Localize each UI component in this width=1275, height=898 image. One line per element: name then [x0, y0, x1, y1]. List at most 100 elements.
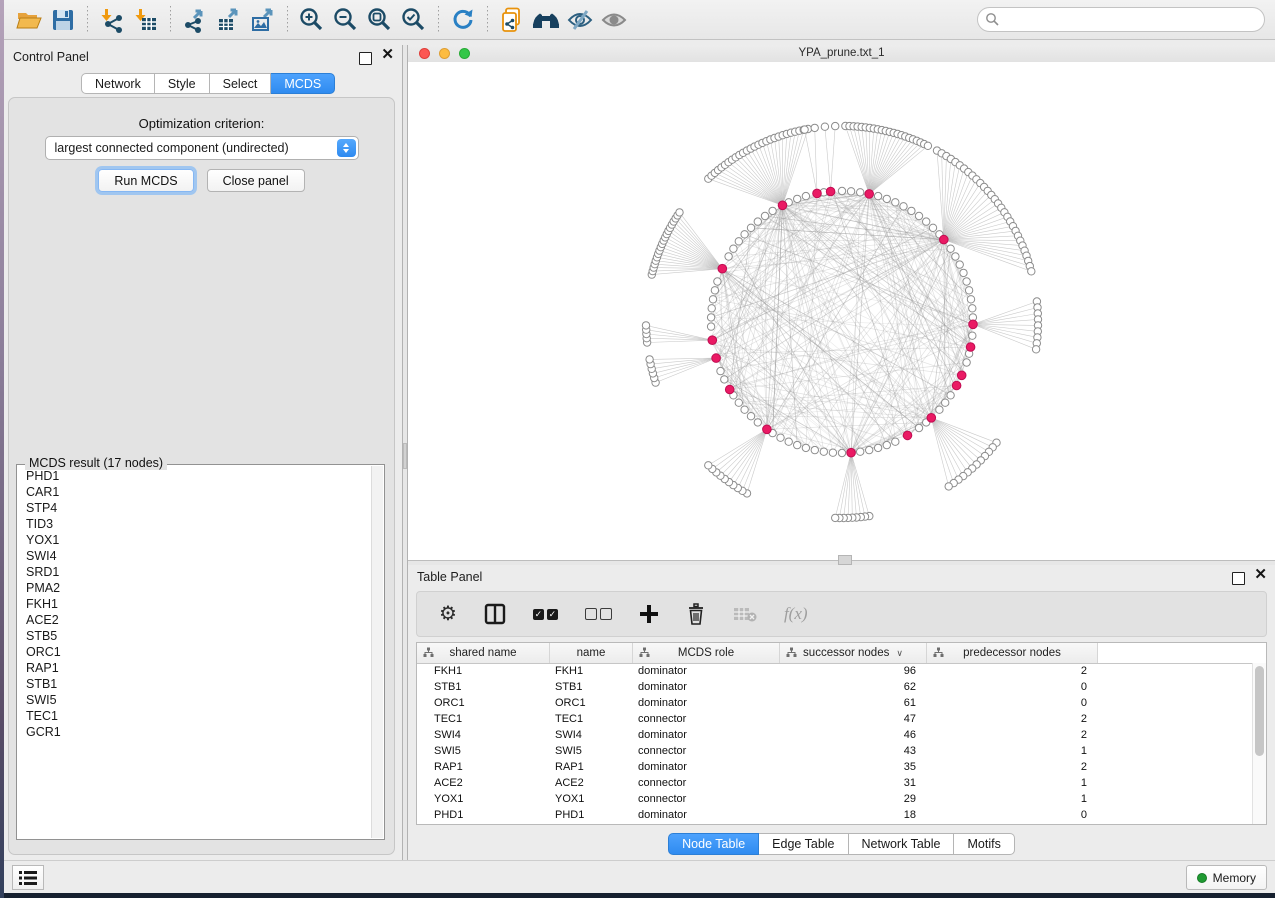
mcds-hub-node[interactable] — [966, 343, 975, 352]
mcds-result-item[interactable]: TEC1 — [18, 708, 371, 724]
mcds-hub-node[interactable] — [778, 201, 787, 210]
mcds-result-item[interactable]: FKH1 — [18, 596, 371, 612]
mcds-hub-node[interactable] — [712, 354, 721, 363]
mcds-result-item[interactable]: STP4 — [18, 500, 371, 516]
close-panel-button[interactable]: Close panel — [207, 169, 305, 192]
mcds-hub-node[interactable] — [927, 414, 936, 423]
zoom-in-icon[interactable] — [295, 4, 329, 36]
refresh-icon[interactable] — [446, 4, 480, 36]
mcds-hub-node[interactable] — [957, 371, 966, 380]
show-panels-list-button[interactable] — [12, 865, 44, 890]
mcds-hub-node[interactable] — [903, 431, 912, 440]
mcds-hub-node[interactable] — [725, 385, 734, 394]
table-cell: 1 — [927, 745, 1098, 757]
export-network-icon[interactable] — [178, 4, 212, 36]
mcds-hub-node[interactable] — [813, 189, 822, 198]
delete-column-icon[interactable] — [686, 603, 706, 625]
node-table-scrollbar[interactable] — [1252, 663, 1266, 824]
save-session-icon[interactable] — [46, 4, 80, 36]
table-settings-icon[interactable]: ⚙ — [439, 604, 457, 624]
mcds-hub-node[interactable] — [718, 264, 727, 273]
mcds-result-item[interactable]: RAP1 — [18, 660, 371, 676]
table-row[interactable]: YOX1YOX1connector291 — [417, 791, 1253, 807]
mcds-hub-node[interactable] — [708, 336, 717, 345]
tab-edge-table[interactable]: Edge Table — [759, 833, 848, 855]
mcds-hub-node[interactable] — [865, 190, 874, 199]
mcds-result-item[interactable]: STB1 — [18, 676, 371, 692]
mcds-result-item[interactable]: SWI5 — [18, 692, 371, 708]
control-panel-close-icon[interactable]: ✕ — [381, 46, 394, 64]
optimization-criterion-label: Optimization criterion: — [9, 116, 394, 131]
mcds-hub-node[interactable] — [940, 235, 949, 244]
tab-motifs[interactable]: Motifs — [954, 833, 1014, 855]
mcds-result-item[interactable]: PMA2 — [18, 580, 371, 596]
deselect-all-icon[interactable] — [585, 608, 612, 620]
table-row[interactable]: STB1STB1dominator620 — [417, 679, 1253, 695]
export-image-icon[interactable] — [246, 4, 280, 36]
mcds-result-scrollbar[interactable] — [371, 466, 383, 838]
mcds-hub-node[interactable] — [952, 381, 961, 390]
mcds-result-item[interactable]: GCR1 — [18, 724, 371, 740]
mcds-hub-node[interactable] — [826, 187, 835, 196]
column-header-shared-name[interactable]: shared name — [417, 643, 550, 663]
mcds-hub-node[interactable] — [847, 448, 856, 457]
mcds-hub-node[interactable] — [763, 425, 772, 434]
mcds-result-item[interactable]: ACE2 — [18, 612, 371, 628]
zoom-out-icon[interactable] — [329, 4, 363, 36]
column-header-MCDS-role[interactable]: MCDS role — [633, 643, 780, 663]
export-table-icon[interactable] — [212, 4, 246, 36]
function-builder-icon[interactable]: f(x) — [784, 604, 808, 624]
delete-table-icon[interactable] — [733, 605, 757, 623]
table-panel-float-icon[interactable] — [1232, 572, 1245, 585]
table-row[interactable]: SWI4SWI4dominator462 — [417, 727, 1253, 743]
table-row[interactable]: ACE2ACE2connector311 — [417, 775, 1253, 791]
table-row[interactable]: PHD1PHD1dominator180 — [417, 807, 1253, 823]
run-mcds-button[interactable]: Run MCDS — [98, 169, 193, 192]
table-row[interactable]: FKH1FKH1dominator962 — [417, 663, 1253, 679]
node-table-scrollbar-thumb[interactable] — [1255, 666, 1264, 756]
column-header-name[interactable]: name — [550, 643, 633, 663]
search-input[interactable] — [977, 7, 1265, 32]
import-network-icon[interactable] — [95, 4, 129, 36]
show-all-eye-icon[interactable] — [597, 4, 631, 36]
mcds-result-item[interactable]: SRD1 — [18, 564, 371, 580]
mcds-result-item[interactable]: TID3 — [18, 516, 371, 532]
zoom-selected-icon[interactable] — [397, 4, 431, 36]
tab-style[interactable]: Style — [155, 73, 210, 94]
column-header-predecessor-nodes[interactable]: predecessor nodes — [927, 643, 1098, 663]
mcds-result-item[interactable]: ORC1 — [18, 644, 371, 660]
mcds-result-list[interactable]: PHD1CAR1STP4TID3YOX1SWI4SRD1PMA2FKH1ACE2… — [18, 468, 371, 838]
tab-select[interactable]: Select — [210, 73, 272, 94]
table-row[interactable]: TEC1TEC1connector472 — [417, 711, 1253, 727]
hide-selected-eye-icon[interactable] — [563, 4, 597, 36]
table-row[interactable]: RAP1RAP1dominator352 — [417, 759, 1253, 775]
import-table-icon[interactable] — [129, 4, 163, 36]
tab-mcds[interactable]: MCDS — [271, 73, 335, 94]
mcds-result-item[interactable]: STB5 — [18, 628, 371, 644]
memory-button[interactable]: Memory — [1186, 865, 1267, 890]
find-binoculars-icon[interactable] — [529, 4, 563, 36]
tab-node-table[interactable]: Node Table — [668, 833, 759, 855]
add-column-icon[interactable] — [639, 604, 659, 624]
mcds-result-item[interactable]: SWI4 — [18, 548, 371, 564]
tab-network-table[interactable]: Network Table — [849, 833, 955, 855]
show-columns-icon[interactable] — [484, 603, 506, 625]
table-row[interactable]: ORC1ORC1dominator610 — [417, 695, 1253, 711]
table-row[interactable]: SWI5SWI5connector431 — [417, 743, 1253, 759]
select-all-icon[interactable]: ✓✓ — [533, 609, 558, 620]
mcds-hub-node[interactable] — [969, 320, 978, 329]
mcds-result-item[interactable]: PHD1 — [18, 468, 371, 484]
zoom-fit-icon[interactable] — [363, 4, 397, 36]
mcds-result-item[interactable]: CAR1 — [18, 484, 371, 500]
mcds-result-item[interactable]: YOX1 — [18, 532, 371, 548]
horizontal-splitter-handle[interactable] — [838, 555, 852, 565]
open-file-icon[interactable] — [12, 4, 46, 36]
tab-network[interactable]: Network — [81, 73, 155, 94]
table-panel-close-icon[interactable]: ✕ — [1254, 566, 1267, 584]
optimization-criterion-select[interactable]: largest connected component (undirected) — [45, 136, 359, 160]
clone-network-icon[interactable] — [495, 4, 529, 36]
vertical-splitter-handle[interactable] — [403, 443, 407, 469]
network-canvas[interactable] — [408, 62, 1275, 560]
column-header-successor-nodes[interactable]: successor nodes∨ — [780, 643, 927, 663]
control-panel-float-icon[interactable] — [359, 52, 372, 65]
